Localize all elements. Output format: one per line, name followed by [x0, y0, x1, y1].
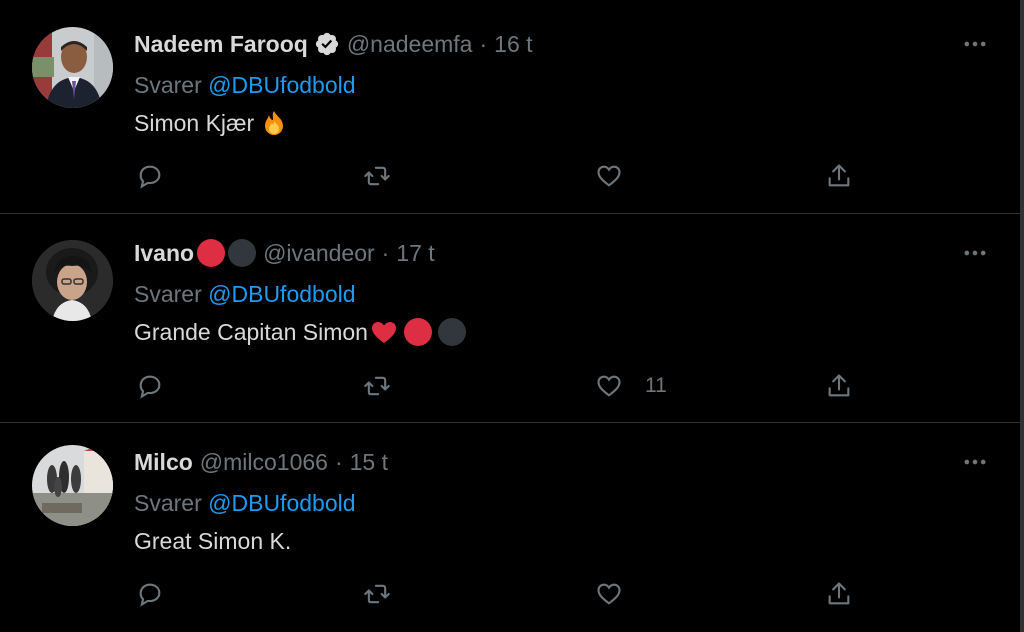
more-horizontal-icon — [964, 41, 986, 47]
heart-icon — [597, 165, 621, 187]
more-horizontal-icon — [964, 459, 986, 465]
more-options-button[interactable] — [960, 447, 990, 477]
share-upload-icon — [828, 374, 850, 397]
retweet-button[interactable] — [363, 576, 391, 612]
share-button[interactable] — [825, 368, 853, 404]
tweet-text: Great Simon K. — [134, 524, 291, 558]
display-name[interactable]: Ivano — [134, 236, 194, 270]
avatar[interactable] — [32, 445, 113, 526]
tweet-actions — [134, 576, 874, 612]
tweet[interactable]: Ivano @ivandeor · 17 t Svarer @DBUfodbol… — [0, 214, 1020, 423]
share-button[interactable] — [825, 576, 853, 612]
timestamp[interactable]: 17 t — [396, 236, 434, 270]
verified-badge-icon — [314, 31, 340, 57]
scroll-edge — [1020, 0, 1024, 632]
like-button[interactable]: 11 — [595, 368, 667, 404]
tweet-actions — [134, 158, 874, 194]
red-heart-emoji-icon — [370, 318, 398, 346]
separator-dot: · — [479, 31, 488, 57]
like-count: 11 — [645, 374, 667, 397]
reply-bubble-icon — [139, 583, 161, 607]
tweet-text: Grande Capitan Simon — [134, 315, 466, 349]
tweet-actions: 11 — [134, 368, 874, 404]
fire-emoji-icon — [260, 109, 288, 137]
reply-prefix: Svarer — [134, 281, 202, 307]
tweet-body: Grande Capitan Simon — [134, 319, 368, 345]
reply-prefix: Svarer — [134, 72, 202, 98]
retweet-button[interactable] — [363, 158, 391, 194]
user-handle[interactable]: @ivandeor — [263, 236, 375, 270]
reply-button[interactable] — [136, 576, 164, 612]
like-button[interactable] — [595, 158, 645, 194]
like-button[interactable] — [595, 576, 645, 612]
tweet-feed: Nadeem Farooq @nadeemfa · 16 t Svarer @D… — [0, 0, 1024, 632]
tweet-header: Milco @milco1066 · 15 t — [134, 445, 388, 479]
tweet-header: Ivano @ivandeor · 17 t — [134, 236, 435, 270]
share-upload-icon — [828, 582, 850, 605]
reply-bubble-icon — [139, 375, 161, 399]
avatar[interactable] — [32, 240, 113, 321]
tweet-text: Simon Kjær — [134, 106, 288, 140]
reply-button[interactable] — [136, 158, 164, 194]
share-upload-icon — [828, 164, 850, 187]
tweet-body: Great Simon K. — [134, 528, 292, 554]
reply-context: Svarer @DBUfodbold — [134, 486, 356, 520]
share-button[interactable] — [825, 158, 853, 194]
reply-mention-link[interactable]: @DBUfodbold — [208, 281, 355, 307]
separator-dot: · — [334, 449, 343, 475]
reply-mention-link[interactable]: @DBUfodbold — [208, 72, 355, 98]
heart-icon — [597, 375, 621, 397]
more-options-button[interactable] — [960, 29, 990, 59]
retweet-icon — [364, 584, 390, 604]
retweet-icon — [364, 376, 390, 396]
timestamp[interactable]: 15 t — [350, 445, 388, 479]
reply-bubble-icon — [139, 165, 161, 189]
reply-context: Svarer @DBUfodbold — [134, 68, 356, 102]
reply-context: Svarer @DBUfodbold — [134, 277, 356, 311]
more-options-button[interactable] — [960, 238, 990, 268]
reply-prefix: Svarer — [134, 490, 202, 516]
avatar[interactable] — [32, 27, 113, 108]
tweet[interactable]: Milco @milco1066 · 15 t Svarer @DBUfodbo… — [0, 423, 1020, 632]
black-circle-emoji-icon — [437, 318, 466, 346]
tweet[interactable]: Nadeem Farooq @nadeemfa · 16 t Svarer @D… — [0, 0, 1020, 214]
heart-icon — [597, 583, 621, 605]
retweet-icon — [364, 166, 390, 186]
black-circle-emoji-icon — [228, 239, 257, 267]
reply-mention-link[interactable]: @DBUfodbold — [208, 490, 355, 516]
timestamp[interactable]: 16 t — [494, 27, 532, 61]
display-name[interactable]: Nadeem Farooq — [134, 27, 308, 61]
display-name[interactable]: Milco — [134, 445, 193, 479]
user-handle[interactable]: @milco1066 — [200, 445, 328, 479]
red-circle-emoji-icon — [197, 239, 226, 267]
tweet-body: Simon Kjær — [134, 110, 255, 136]
red-circle-emoji-icon — [403, 318, 432, 346]
separator-dot: · — [381, 240, 390, 266]
more-horizontal-icon — [964, 250, 986, 256]
tweet-header: Nadeem Farooq @nadeemfa · 16 t — [134, 27, 533, 61]
user-handle[interactable]: @nadeemfa — [347, 27, 473, 61]
reply-button[interactable] — [136, 368, 164, 404]
retweet-button[interactable] — [363, 368, 391, 404]
